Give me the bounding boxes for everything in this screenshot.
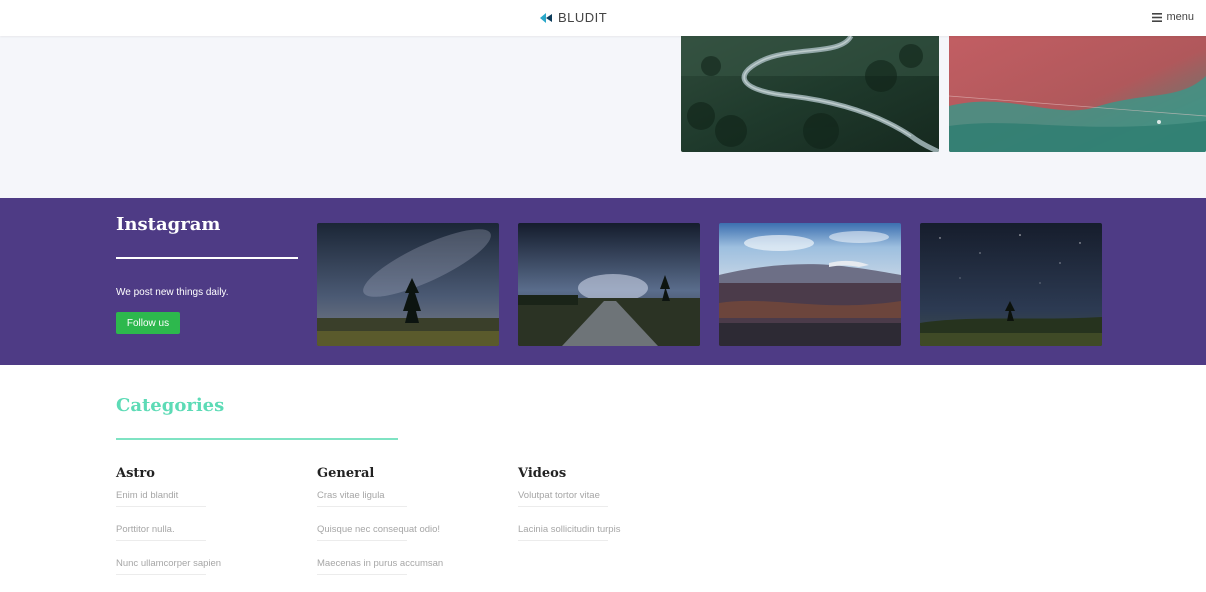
instagram-photo[interactable] — [920, 223, 1102, 346]
categories-divider — [116, 438, 398, 440]
category-heading: Videos — [518, 466, 567, 481]
menu-button[interactable]: menu — [1152, 11, 1194, 23]
category-link[interactable]: Cras vitae ligula — [317, 490, 507, 524]
instagram-photo[interactable] — [317, 223, 499, 346]
categories-title: Categories — [116, 395, 225, 416]
category-link[interactable]: Volutpat tortor vitae — [518, 490, 708, 524]
category-column-videos: Videos Volutpat tortor vitae Lacinia sol… — [518, 466, 708, 558]
instagram-tagline: We post new things daily. — [116, 287, 229, 298]
hamburger-icon — [1152, 12, 1163, 22]
follow-us-button[interactable]: Follow us — [116, 312, 180, 334]
category-link[interactable]: Porttitor nulla. — [116, 524, 306, 558]
instagram-divider — [116, 257, 298, 259]
category-column-general: General Cras vitae ligula Quisque nec co… — [317, 466, 507, 592]
featured-image-river[interactable] — [681, 36, 939, 152]
bludit-logo-icon — [540, 12, 552, 23]
brand-name: BLUDIT — [558, 10, 608, 25]
brand-link[interactable]: BLUDIT — [540, 10, 607, 25]
category-link[interactable]: Maecenas in purus accumsan — [317, 558, 507, 592]
featured-section — [0, 36, 1206, 198]
category-column-astro: Astro Enim id blandit Porttitor nulla. N… — [116, 466, 306, 592]
category-heading: Astro — [116, 466, 155, 481]
category-link[interactable]: Enim id blandit — [116, 490, 306, 524]
category-link[interactable]: Quisque nec consequat odio! — [317, 524, 507, 558]
instagram-photo[interactable] — [719, 223, 901, 346]
menu-label: menu — [1166, 11, 1194, 23]
top-navbar: BLUDIT menu — [0, 0, 1206, 36]
instagram-photo[interactable] — [518, 223, 700, 346]
featured-image-aerial[interactable] — [949, 36, 1206, 152]
category-link[interactable]: Nunc ullamcorper sapien — [116, 558, 306, 592]
category-heading: General — [317, 466, 375, 481]
instagram-section: Instagram We post new things daily. Foll… — [0, 198, 1206, 365]
category-link[interactable]: Lacinia sollicitudin turpis — [518, 524, 708, 558]
instagram-title: Instagram — [116, 214, 221, 235]
